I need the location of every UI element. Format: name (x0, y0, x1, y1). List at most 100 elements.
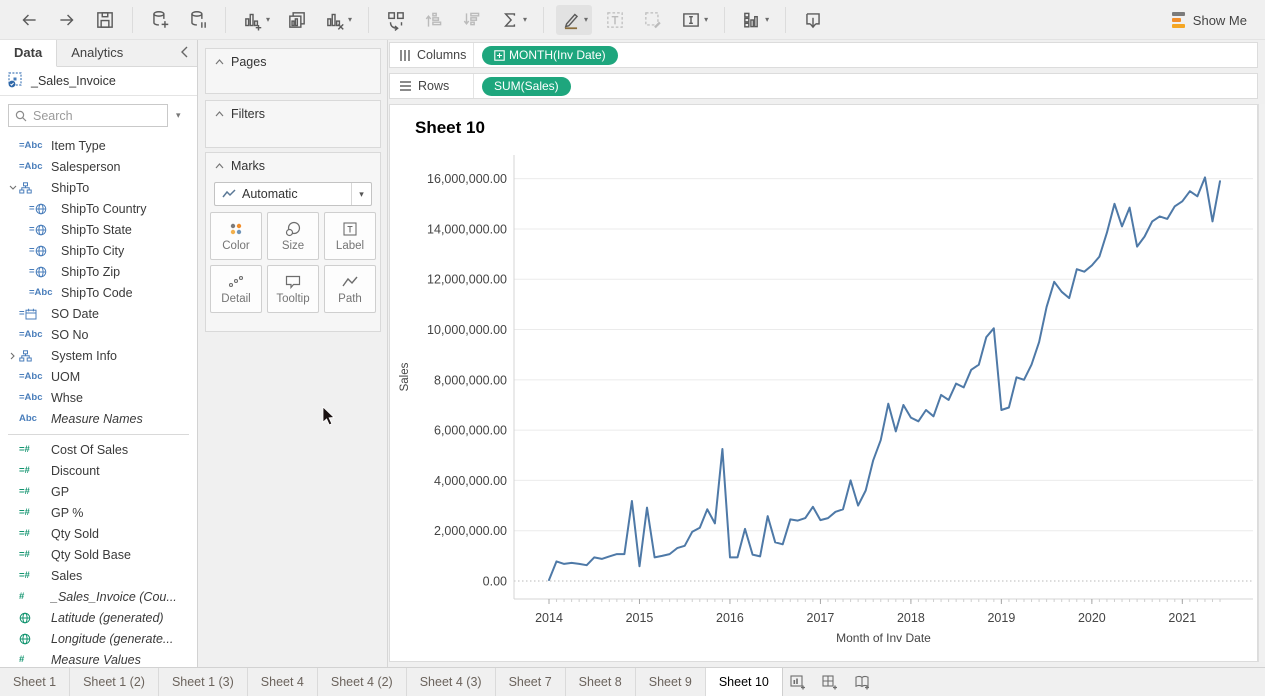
rows-shelf-label: Rows (390, 74, 474, 98)
dimension-field[interactable]: =ShipTo Zip (0, 261, 197, 282)
toolbar-separator (543, 7, 544, 33)
highlight-button[interactable]: ▾ (556, 5, 592, 35)
dimension-field[interactable]: System Info (0, 345, 197, 366)
filters-shelf[interactable]: Filters (205, 100, 381, 148)
dimension-field[interactable]: ShipTo (0, 177, 197, 198)
cards-panel: Pages Filters Marks Automatic ▾ ColorSiz… (198, 40, 388, 667)
svg-text:Sales: Sales (399, 362, 411, 391)
measure-field[interactable]: =#Discount (0, 460, 197, 481)
sheet-tab-sheet-4-3-[interactable]: Sheet 4 (3) (407, 668, 496, 696)
columns-shelf[interactable]: Columns MONTH(Inv Date) (389, 42, 1258, 68)
measure-field[interactable]: #_Sales_Invoice (Cou... (0, 586, 197, 607)
undo-button[interactable] (14, 5, 44, 35)
dimension-field[interactable]: =ShipTo City (0, 240, 197, 261)
text-field-icon: Abc (19, 413, 51, 424)
vertical-scrollbar[interactable] (1258, 104, 1265, 662)
svg-text:2016: 2016 (716, 611, 744, 625)
dimension-field[interactable]: =ShipTo State (0, 219, 197, 240)
sales-line-chart[interactable]: 0.002,000,000.004,000,000.006,000,000.00… (390, 105, 1257, 661)
new-worksheet-button[interactable]: ▾ (238, 5, 274, 35)
fit-selector-button[interactable]: ▾ (676, 5, 712, 35)
dimension-field[interactable]: =AbcUOM (0, 366, 197, 387)
new-worksheet-tab-button[interactable] (783, 668, 815, 696)
sales-line[interactable] (549, 177, 1220, 580)
mark-type-caret-icon[interactable]: ▾ (351, 183, 371, 205)
redo-button[interactable] (52, 5, 82, 35)
totals-button[interactable]: ▾ (495, 5, 531, 35)
svg-text:8,000,000.00: 8,000,000.00 (434, 373, 507, 387)
tooltip-button[interactable]: Tooltip (267, 265, 319, 313)
collapse-chevron-icon[interactable] (6, 185, 19, 190)
duplicate-sheet-button[interactable] (282, 5, 312, 35)
clear-sheet-button[interactable]: ▾ (320, 5, 356, 35)
dimension-field[interactable]: =AbcItem Type (0, 135, 197, 156)
dimension-field[interactable]: =AbcSalesperson (0, 156, 197, 177)
rows-pill[interactable]: SUM(Sales) (482, 77, 571, 96)
sheet-tab-sheet-4-2-[interactable]: Sheet 4 (2) (318, 668, 407, 696)
pause-auto-updates-button[interactable] (183, 5, 213, 35)
color-button[interactable]: Color (210, 212, 262, 260)
search-box[interactable] (8, 104, 168, 127)
tab-data[interactable]: Data (0, 40, 57, 67)
dimension-field[interactable]: =AbcShipTo Code (0, 282, 197, 303)
size-button[interactable]: Size (267, 212, 319, 260)
data-source-icon (8, 72, 24, 91)
label-button[interactable]: Label (324, 212, 376, 260)
line-mark-icon (222, 189, 236, 199)
caret-down-icon: ▾ (348, 15, 352, 24)
sheet-tab-sheet-1-2-[interactable]: Sheet 1 (2) (70, 668, 159, 696)
measure-field[interactable]: =#Qty Sold Base (0, 544, 197, 565)
sheet-tab-sheet-10[interactable]: Sheet 10 (706, 668, 783, 696)
new-story-tab-button[interactable] (847, 668, 879, 696)
save-button[interactable] (90, 5, 120, 35)
data-source-item[interactable]: _Sales_Invoice (0, 67, 197, 96)
sheet-tab-sheet-8[interactable]: Sheet 8 (566, 668, 636, 696)
hash-field-icon: =# (19, 465, 51, 476)
expand-chevron-icon[interactable] (6, 352, 19, 360)
measure-field[interactable]: Latitude (generated) (0, 607, 197, 628)
mark-type-dropdown[interactable]: Automatic ▾ (214, 182, 372, 206)
tooltip-button-label: Tooltip (276, 293, 309, 305)
tab-analytics[interactable]: Analytics (57, 40, 137, 66)
sheet-tab-sheet-1[interactable]: Sheet 1 (0, 668, 70, 696)
pages-shelf[interactable]: Pages (205, 48, 381, 94)
arrow-left-icon (18, 9, 40, 31)
detail-button[interactable]: Detail (210, 265, 262, 313)
search-options-caret-icon[interactable]: ▾ (176, 110, 181, 121)
search-input[interactable] (33, 109, 143, 123)
sheet-tab-sheet-4[interactable]: Sheet 4 (248, 668, 318, 696)
dimension-field[interactable]: =AbcSO No (0, 324, 197, 345)
mouse-cursor (322, 406, 336, 427)
filters-label: Filters (231, 107, 265, 121)
show-me-icon (1172, 12, 1185, 28)
svg-text:10,000,000.00: 10,000,000.00 (427, 323, 507, 337)
dimension-field[interactable]: =SO Date (0, 303, 197, 324)
path-button[interactable]: Path (324, 265, 376, 313)
sort-ascending-button (419, 5, 449, 35)
measure-field[interactable]: =#GP (0, 481, 197, 502)
presentation-mode-button[interactable] (798, 5, 828, 35)
dimension-field[interactable]: =ShipTo Country (0, 198, 197, 219)
collapse-pane-button[interactable] (180, 40, 197, 66)
sheet-tab-sheet-9[interactable]: Sheet 9 (636, 668, 706, 696)
calendar-field-icon: = (19, 308, 51, 320)
swap-rows-columns-button[interactable] (381, 5, 411, 35)
data-source-name: _Sales_Invoice (31, 74, 116, 88)
rows-shelf[interactable]: Rows SUM(Sales) (389, 73, 1258, 99)
measure-field[interactable]: =#Cost Of Sales (0, 439, 197, 460)
cell-size-button[interactable]: ▾ (737, 5, 773, 35)
new-data-source-button[interactable] (145, 5, 175, 35)
columns-pill[interactable]: MONTH(Inv Date) (482, 46, 618, 65)
new-dashboard-tab-button[interactable] (815, 668, 847, 696)
measure-field[interactable]: =#Sales (0, 565, 197, 586)
measure-field[interactable]: =#Qty Sold (0, 523, 197, 544)
worksheet-view[interactable]: 0.002,000,000.004,000,000.006,000,000.00… (389, 104, 1258, 662)
measure-field[interactable]: Longitude (generate... (0, 628, 197, 649)
svg-text:2019: 2019 (987, 611, 1015, 625)
dimension-field[interactable]: AbcMeasure Names (0, 408, 197, 429)
measure-field[interactable]: =#GP % (0, 502, 197, 523)
sheet-tab-sheet-1-3-[interactable]: Sheet 1 (3) (159, 668, 248, 696)
dimension-field[interactable]: =AbcWhse (0, 387, 197, 408)
sheet-tab-sheet-7[interactable]: Sheet 7 (496, 668, 566, 696)
show-me-button[interactable]: Show Me (1172, 7, 1247, 33)
